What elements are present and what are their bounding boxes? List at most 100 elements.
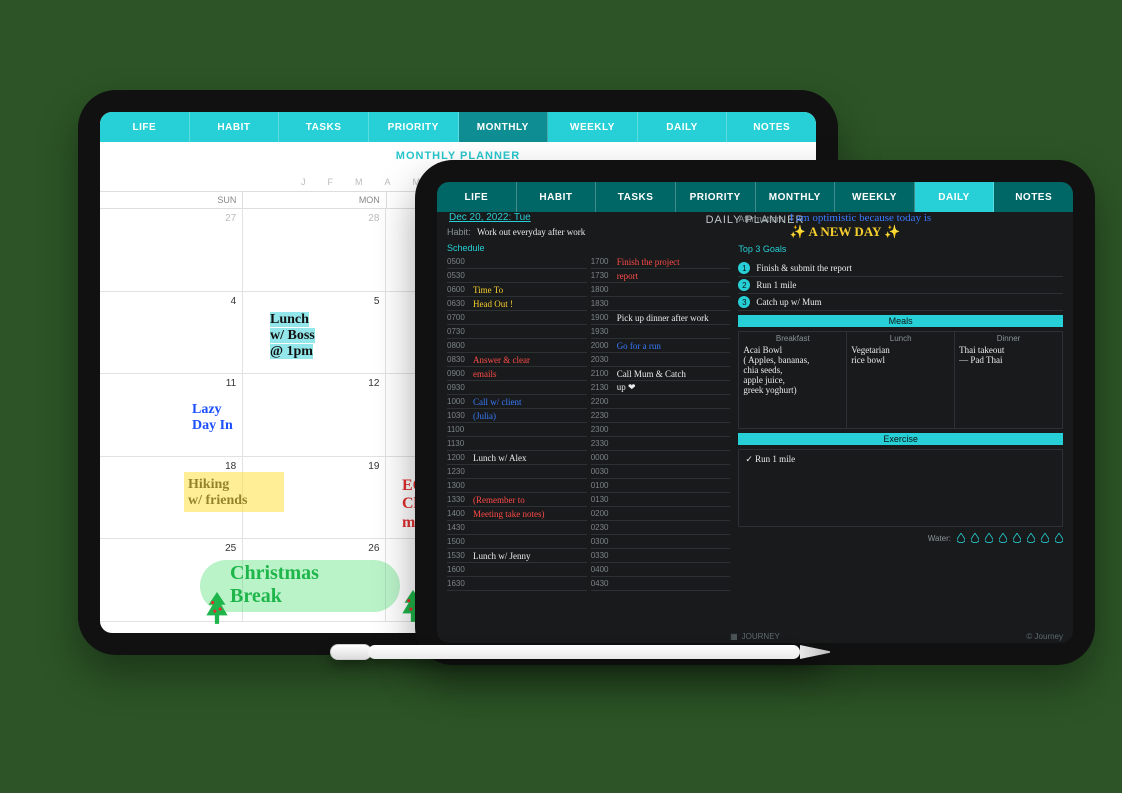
schedule-row[interactable]: 0430 bbox=[591, 577, 731, 591]
schedule-hour: 1400 bbox=[447, 509, 473, 518]
tab-notes[interactable]: NOTES bbox=[727, 112, 816, 142]
schedule-row[interactable]: 1830 bbox=[591, 297, 731, 311]
water-drop-icon[interactable] bbox=[1027, 533, 1035, 543]
schedule-row[interactable]: 0600Time To bbox=[447, 283, 587, 297]
schedule-row[interactable]: 0800 bbox=[447, 339, 587, 353]
schedule-row[interactable]: 1030 (Julia) bbox=[447, 409, 587, 423]
schedule-row[interactable]: 1400Meeting take notes) bbox=[447, 507, 587, 521]
schedule-row[interactable]: 1500 bbox=[447, 535, 587, 549]
schedule-row[interactable]: 2300 bbox=[591, 423, 731, 437]
tab-habit[interactable]: HABIT bbox=[517, 182, 597, 212]
schedule-hour: 2200 bbox=[591, 397, 617, 406]
schedule-row[interactable]: 2330 bbox=[591, 437, 731, 451]
schedule-row[interactable]: 1130 bbox=[447, 437, 587, 451]
meal-lunch[interactable]: LunchVegetarian rice bowl bbox=[847, 332, 955, 428]
schedule-row[interactable]: 1630 bbox=[447, 577, 587, 591]
schedule-hour: 0130 bbox=[591, 495, 617, 504]
month-letter[interactable]: M bbox=[355, 177, 363, 187]
water-drop-icon[interactable] bbox=[971, 533, 979, 543]
schedule-row[interactable]: 0530 bbox=[447, 269, 587, 283]
tab-tasks[interactable]: TASKS bbox=[279, 112, 369, 142]
schedule-hour: 0030 bbox=[591, 467, 617, 476]
schedule-hour: 0900 bbox=[447, 369, 473, 378]
schedule-row[interactable]: 0700 bbox=[447, 311, 587, 325]
schedule-row[interactable]: 1200Lunch w/ Alex bbox=[447, 451, 587, 465]
water-drop-icon[interactable] bbox=[957, 533, 965, 543]
calendar-cell[interactable]: 12 bbox=[243, 374, 386, 457]
schedule-row[interactable]: 2200 bbox=[591, 395, 731, 409]
schedule-row[interactable]: 0130 bbox=[591, 493, 731, 507]
schedule-row[interactable]: 1700Finish the project bbox=[591, 255, 731, 269]
tab-monthly[interactable]: MONTHLY bbox=[756, 182, 836, 212]
goal-item[interactable]: 1Finish & submit the report bbox=[738, 260, 1063, 277]
schedule-row[interactable]: 1730 report bbox=[591, 269, 731, 283]
exercise-label: Exercise bbox=[738, 433, 1063, 445]
tab-weekly[interactable]: WEEKLY bbox=[835, 182, 915, 212]
water-drop-icon[interactable] bbox=[985, 533, 993, 543]
schedule-row[interactable]: 0500 bbox=[447, 255, 587, 269]
month-letter[interactable]: J bbox=[301, 177, 306, 187]
calendar-cell[interactable]: 4 bbox=[100, 292, 243, 375]
schedule-row[interactable]: 0200 bbox=[591, 507, 731, 521]
water-drop-icon[interactable] bbox=[999, 533, 1007, 543]
schedule-row[interactable]: 1800 bbox=[591, 283, 731, 297]
schedule-row[interactable]: 1230 bbox=[447, 465, 587, 479]
month-letter[interactable]: F bbox=[327, 177, 333, 187]
calendar-cell[interactable]: 27 bbox=[100, 209, 243, 292]
schedule-row[interactable]: 0030 bbox=[591, 465, 731, 479]
schedule-row[interactable]: 1600 bbox=[447, 563, 587, 577]
tab-life[interactable]: LIFE bbox=[437, 182, 517, 212]
schedule-row[interactable]: 0230 bbox=[591, 521, 731, 535]
meal-dinner[interactable]: DinnerThai takeout — Pad Thai bbox=[955, 332, 1062, 428]
schedule-row[interactable]: 0830Answer & clear bbox=[447, 353, 587, 367]
schedule-row[interactable]: 2130 up ❤ bbox=[591, 381, 731, 395]
schedule-row[interactable]: 1900Pick up dinner after work bbox=[591, 311, 731, 325]
goal-badge: 2 bbox=[738, 279, 750, 291]
water-drop-icon[interactable] bbox=[1013, 533, 1021, 543]
schedule-row[interactable]: 2000Go for a run bbox=[591, 339, 731, 353]
schedule-row[interactable]: 0930 bbox=[447, 381, 587, 395]
schedule-row[interactable]: 1430 bbox=[447, 521, 587, 535]
schedule-row[interactable]: 1300 bbox=[447, 479, 587, 493]
tab-daily[interactable]: DAILY bbox=[638, 112, 728, 142]
schedule-row[interactable]: 1330 (Remember to bbox=[447, 493, 587, 507]
tab-life[interactable]: LIFE bbox=[100, 112, 190, 142]
schedule-row[interactable]: 1530Lunch w/ Jenny bbox=[447, 549, 587, 563]
affirmation-line1: I am optimistic because today is bbox=[790, 212, 931, 224]
schedule-row[interactable]: 2230 bbox=[591, 409, 731, 423]
schedule-row[interactable]: 1930 bbox=[591, 325, 731, 339]
month-letter[interactable]: A bbox=[384, 177, 390, 187]
schedule-row[interactable]: 2100Call Mum & Catch bbox=[591, 367, 731, 381]
tab-weekly[interactable]: WEEKLY bbox=[548, 112, 638, 142]
tab-notes[interactable]: NOTES bbox=[994, 182, 1073, 212]
schedule-row[interactable]: 2030 bbox=[591, 353, 731, 367]
tab-tasks[interactable]: TASKS bbox=[596, 182, 676, 212]
schedule-row[interactable]: 0300 bbox=[591, 535, 731, 549]
tab-priority[interactable]: PRIORITY bbox=[369, 112, 459, 142]
schedule-row[interactable]: 0730 bbox=[447, 325, 587, 339]
meal-breakfast[interactable]: BreakfastAcai Bowl ( Apples, bananas, ch… bbox=[739, 332, 847, 428]
schedule-row[interactable]: 1000Call w/ client bbox=[447, 395, 587, 409]
schedule-row[interactable]: 0400 bbox=[591, 563, 731, 577]
tab-habit[interactable]: HABIT bbox=[190, 112, 280, 142]
schedule-row[interactable]: 0900 emails bbox=[447, 367, 587, 381]
schedule-row[interactable]: 0630 Head Out ! bbox=[447, 297, 587, 311]
daily-date[interactable]: Dec 20, 2022: Tue bbox=[447, 212, 730, 223]
schedule-hour: 1700 bbox=[591, 257, 617, 266]
calendar-cell[interactable]: 28 bbox=[243, 209, 386, 292]
tab-daily[interactable]: DAILY bbox=[915, 182, 995, 212]
schedule-row[interactable]: 0330 bbox=[591, 549, 731, 563]
schedule-row[interactable]: 0000 bbox=[591, 451, 731, 465]
schedule-row[interactable]: 1100 bbox=[447, 423, 587, 437]
goal-item[interactable]: 3Catch up w/ Mum bbox=[738, 294, 1063, 311]
water-drop-icon[interactable] bbox=[1041, 533, 1049, 543]
schedule-row[interactable]: 0100 bbox=[591, 479, 731, 493]
tab-monthly[interactable]: MONTHLY bbox=[459, 112, 549, 142]
day-number: 27 bbox=[225, 213, 236, 224]
schedule-hour: 0430 bbox=[591, 579, 617, 588]
daily-left: Dec 20, 2022: Tue Habit: Work out everyd… bbox=[447, 212, 730, 627]
schedule-hour: 1500 bbox=[447, 537, 473, 546]
goal-item[interactable]: 2Run 1 mile bbox=[738, 277, 1063, 294]
water-drop-icon[interactable] bbox=[1055, 533, 1063, 543]
tab-priority[interactable]: PRIORITY bbox=[676, 182, 756, 212]
